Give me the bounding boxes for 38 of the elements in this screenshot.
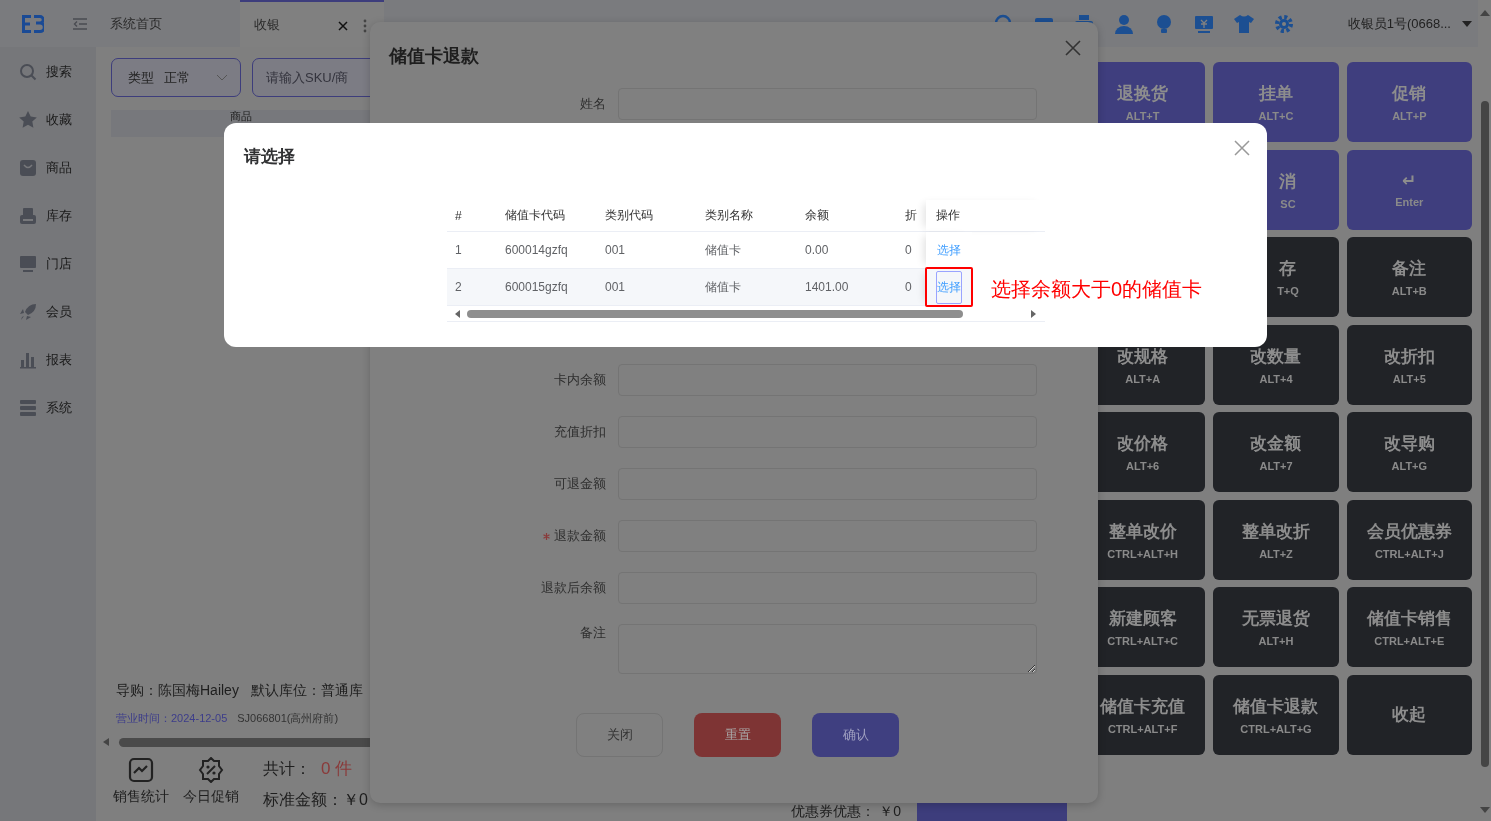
field-label: 姓名 bbox=[579, 95, 606, 113]
column-header: 操作 bbox=[926, 200, 1045, 231]
dialog-title: 请选择 bbox=[244, 146, 295, 168]
standard-amount-label: 标准金额： bbox=[263, 791, 343, 808]
table-cell-text: 储值卡 bbox=[704, 241, 742, 259]
coupon-value: ￥0 bbox=[879, 803, 901, 821]
annotation-text: 选择余额大于0的储值卡 bbox=[991, 277, 1203, 302]
total-label: 共计： bbox=[263, 759, 311, 779]
table-cell-text: 001 bbox=[604, 243, 627, 257]
column-header: 折 bbox=[904, 207, 918, 224]
field-label: 卡内余额 bbox=[554, 371, 606, 389]
column-header: # bbox=[454, 208, 463, 223]
table-cell-text: 001 bbox=[604, 280, 627, 294]
table-cell-text: 0 bbox=[904, 243, 913, 257]
field-label: 退款后余额 bbox=[541, 579, 606, 597]
column-header: 类别代码 bbox=[604, 207, 654, 224]
field-label: 充值折扣 bbox=[554, 423, 606, 441]
store-text: SJ066801(高州府前) bbox=[237, 711, 339, 726]
table-cell-text: 0.00 bbox=[804, 243, 830, 257]
table-cell-text: 2 bbox=[454, 280, 463, 294]
table-cell-text: 1 bbox=[454, 243, 463, 257]
table-cell-text: 600015gzfq bbox=[504, 280, 569, 294]
guide-text: 导购：陈国梅Hailey bbox=[116, 682, 239, 700]
location-text: 默认库位：普通库 bbox=[250, 682, 363, 700]
field-label: 退款金额 bbox=[554, 527, 606, 545]
table-cell-text: 1401.00 bbox=[804, 280, 850, 294]
standard-amount-value: ￥0 bbox=[343, 791, 368, 808]
table-cell-text: 储值卡 bbox=[704, 278, 742, 296]
column-header: 余额 bbox=[804, 207, 830, 224]
total-count: 0 件 bbox=[321, 758, 353, 780]
field-label: 可退金额 bbox=[554, 475, 606, 493]
coupon-label: 优惠券优惠： bbox=[791, 803, 876, 821]
table-cell-text: 600014gzfq bbox=[504, 243, 569, 257]
column-header: 类别名称 bbox=[704, 207, 754, 224]
table-cell-text: 0 bbox=[904, 280, 913, 294]
column-header: 商品 bbox=[230, 110, 252, 122]
field-label: 备注 bbox=[579, 624, 606, 642]
column-header: 储值卡代码 bbox=[504, 207, 566, 224]
